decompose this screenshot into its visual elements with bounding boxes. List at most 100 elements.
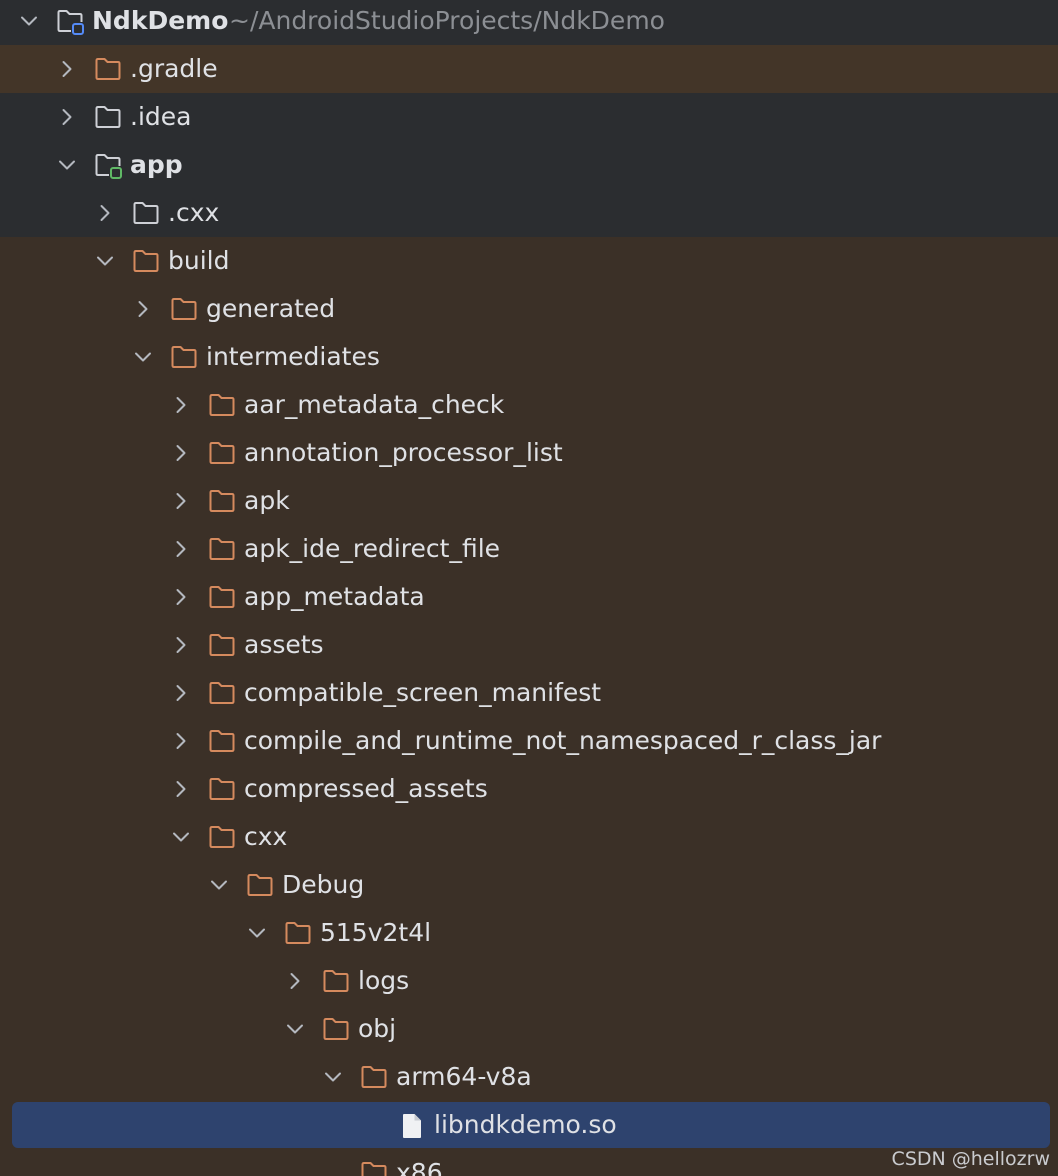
tree-row[interactable]: NdkDemo ~/AndroidStudioProjects/NdkDemo — [0, 0, 1058, 45]
excluded-folder-icon — [209, 586, 235, 608]
tree-row-label: compressed_assets — [244, 774, 488, 803]
chevron-down-icon[interactable] — [207, 873, 231, 897]
tree-row-label: app_metadata — [244, 582, 425, 611]
project-tree[interactable]: NdkDemo ~/AndroidStudioProjects/NdkDemo .g… — [0, 0, 1058, 1176]
tree-row[interactable]: apk_ide_redirect_file — [0, 525, 1058, 573]
tree-row-label: compile_and_runtime_not_namespaced_r_cla… — [244, 726, 882, 755]
excluded-folder-icon — [171, 298, 197, 320]
tree-row[interactable]: annotation_processor_list — [0, 429, 1058, 477]
excluded-folder-icon — [209, 682, 235, 704]
tree-row-label: x86 — [396, 1158, 443, 1176]
chevron-down-icon[interactable] — [131, 345, 155, 369]
chevron-right-icon[interactable] — [169, 489, 193, 513]
tree-row-label: arm64-v8a — [396, 1062, 532, 1091]
module-folder-icon — [95, 154, 122, 179]
tree-row[interactable]: aar_metadata_check — [0, 381, 1058, 429]
folder-icon — [95, 106, 121, 128]
excluded-folder-icon — [171, 346, 197, 368]
tree-row-label: Debug — [282, 870, 365, 899]
chevron-right-icon[interactable] — [169, 777, 193, 801]
excluded-folder-icon — [247, 874, 273, 896]
excluded-folder-icon — [323, 970, 349, 992]
tree-row[interactable]: app_metadata — [0, 573, 1058, 621]
excluded-folder-icon — [209, 634, 235, 656]
tree-row[interactable]: compile_and_runtime_not_namespaced_r_cla… — [0, 717, 1058, 765]
tree-row[interactable]: intermediates — [0, 333, 1058, 381]
tree-row[interactable]: compatible_screen_manifest — [0, 669, 1058, 717]
tree-row-label: .idea — [130, 102, 192, 131]
chevron-right-icon[interactable] — [169, 681, 193, 705]
chevron-down-icon[interactable] — [245, 921, 269, 945]
project-folder-icon — [57, 10, 84, 35]
tree-row[interactable]: cxx — [0, 813, 1058, 861]
tree-row-label: build — [168, 246, 230, 275]
tree-row[interactable]: obj — [0, 1005, 1058, 1053]
tree-row[interactable]: Debug — [0, 861, 1058, 909]
excluded-folder-icon — [95, 58, 121, 80]
chevron-right-icon[interactable] — [131, 297, 155, 321]
excluded-folder-icon — [209, 826, 235, 848]
tree-row[interactable]: assets — [0, 621, 1058, 669]
tree-row[interactable]: .gradle — [0, 45, 1058, 93]
excluded-folder-icon — [285, 922, 311, 944]
excluded-folder-icon — [209, 730, 235, 752]
chevron-down-icon[interactable] — [17, 9, 41, 33]
chevron-down-icon[interactable] — [55, 153, 79, 177]
tree-row-label: .gradle — [130, 54, 218, 83]
tree-row-label: 515v2t4l — [320, 918, 432, 947]
tree-row-label: apk — [244, 486, 290, 515]
project-path: ~/AndroidStudioProjects/NdkDemo — [229, 6, 665, 35]
tree-row[interactable]: app — [0, 141, 1058, 189]
tree-row[interactable]: apk — [0, 477, 1058, 525]
chevron-right-icon[interactable] — [55, 57, 79, 81]
tree-row[interactable]: .idea — [0, 93, 1058, 141]
tree-row-label: intermediates — [206, 342, 380, 371]
excluded-folder-icon — [209, 394, 235, 416]
chevron-right-icon[interactable] — [169, 585, 193, 609]
chevron-right-icon[interactable] — [55, 105, 79, 129]
folder-icon — [133, 202, 159, 224]
chevron-down-icon[interactable] — [321, 1065, 345, 1089]
excluded-folder-icon — [209, 442, 235, 464]
chevron-down-icon[interactable] — [283, 1017, 307, 1041]
excluded-folder-icon — [133, 250, 159, 272]
excluded-folder-icon — [323, 1018, 349, 1040]
chevron-right-icon[interactable] — [93, 201, 117, 225]
tree-row-label: obj — [358, 1014, 397, 1043]
tree-row-label: aar_metadata_check — [244, 390, 505, 419]
tree-row[interactable]: build — [0, 237, 1058, 285]
tree-row-label: annotation_processor_list — [244, 438, 563, 467]
tree-row-label: NdkDemo — [92, 6, 229, 35]
excluded-folder-icon — [361, 1066, 387, 1088]
tree-row-label: assets — [244, 630, 324, 659]
tree-row[interactable]: logs — [0, 957, 1058, 1005]
excluded-folder-icon — [209, 778, 235, 800]
tree-row[interactable]: generated — [0, 285, 1058, 333]
tree-row-label: app — [130, 150, 183, 179]
chevron-down-icon[interactable] — [93, 249, 117, 273]
chevron-right-icon[interactable] — [169, 729, 193, 753]
tree-row-label: compatible_screen_manifest — [244, 678, 602, 707]
tree-row[interactable]: compressed_assets — [0, 765, 1058, 813]
file-icon — [403, 1114, 421, 1138]
tree-row-label: logs — [358, 966, 410, 995]
excluded-folder-icon — [209, 538, 235, 560]
tree-row-label: .cxx — [168, 198, 220, 227]
chevron-right-icon[interactable] — [283, 969, 307, 993]
tree-row-label: apk_ide_redirect_file — [244, 534, 501, 563]
excluded-folder-icon — [361, 1162, 387, 1176]
chevron-right-icon[interactable] — [169, 633, 193, 657]
chevron-right-icon[interactable] — [169, 393, 193, 417]
tree-row-label: generated — [206, 294, 336, 323]
tree-row-label: cxx — [244, 822, 288, 851]
watermark: CSDN @hellozrw — [891, 1148, 1050, 1170]
tree-row[interactable]: .cxx — [0, 189, 1058, 237]
tree-row[interactable]: arm64-v8a — [0, 1053, 1058, 1101]
excluded-folder-icon — [209, 490, 235, 512]
chevron-down-icon[interactable] — [169, 825, 193, 849]
chevron-right-icon[interactable] — [169, 441, 193, 465]
tree-row[interactable]: libndkdemo.so — [12, 1102, 1050, 1148]
chevron-right-icon[interactable] — [169, 537, 193, 561]
tree-row-label: libndkdemo.so — [434, 1110, 617, 1139]
tree-row[interactable]: 515v2t4l — [0, 909, 1058, 957]
